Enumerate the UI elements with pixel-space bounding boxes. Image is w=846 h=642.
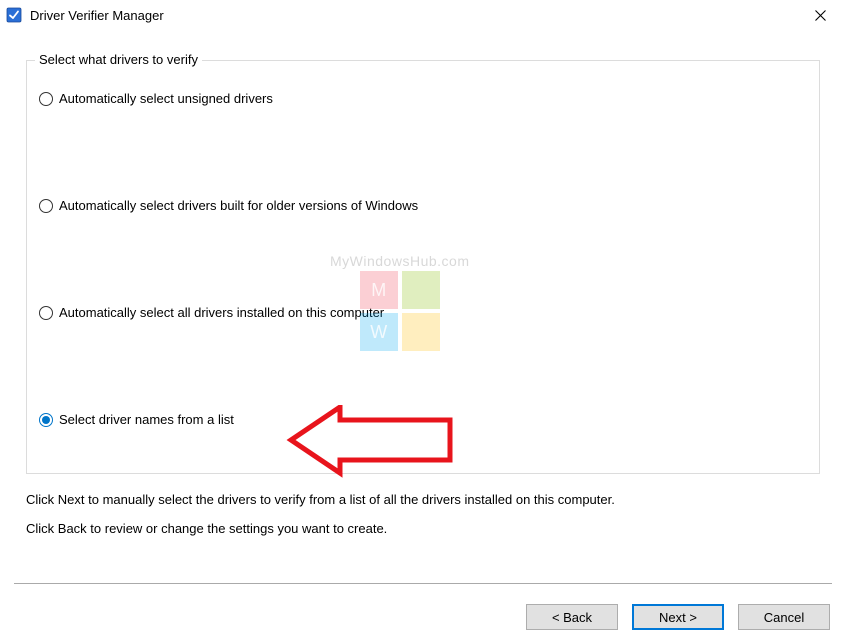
separator: [14, 583, 832, 584]
app-icon: [6, 7, 22, 23]
radio-icon: [39, 306, 53, 320]
radio-unsigned-drivers[interactable]: Automatically select unsigned drivers: [39, 91, 807, 106]
radio-select-from-list[interactable]: Select driver names from a list: [39, 412, 807, 427]
driver-select-group: Select what drivers to verify Automatica…: [26, 60, 820, 474]
groupbox-title: Select what drivers to verify: [35, 52, 202, 67]
radio-label: Automatically select unsigned drivers: [59, 91, 273, 106]
wizard-buttons: < Back Next > Cancel: [526, 604, 830, 630]
radio-icon: [39, 92, 53, 106]
radio-older-windows-drivers[interactable]: Automatically select drivers built for o…: [39, 198, 807, 213]
next-button[interactable]: Next >: [632, 604, 724, 630]
radio-label: Automatically select drivers built for o…: [59, 198, 418, 213]
radio-label: Automatically select all drivers install…: [59, 305, 384, 320]
radio-all-drivers[interactable]: Automatically select all drivers install…: [39, 305, 807, 320]
help-line-2: Click Back to review or change the setti…: [26, 521, 820, 536]
back-button[interactable]: < Back: [526, 604, 618, 630]
close-icon: [815, 10, 826, 21]
window-title: Driver Verifier Manager: [30, 8, 164, 23]
close-button[interactable]: [800, 2, 840, 28]
radio-icon-selected: [39, 413, 53, 427]
radio-icon: [39, 199, 53, 213]
titlebar: Driver Verifier Manager: [0, 0, 846, 30]
cancel-button[interactable]: Cancel: [738, 604, 830, 630]
help-line-1: Click Next to manually select the driver…: [26, 492, 820, 507]
radio-label: Select driver names from a list: [59, 412, 234, 427]
help-text: Click Next to manually select the driver…: [26, 492, 820, 536]
